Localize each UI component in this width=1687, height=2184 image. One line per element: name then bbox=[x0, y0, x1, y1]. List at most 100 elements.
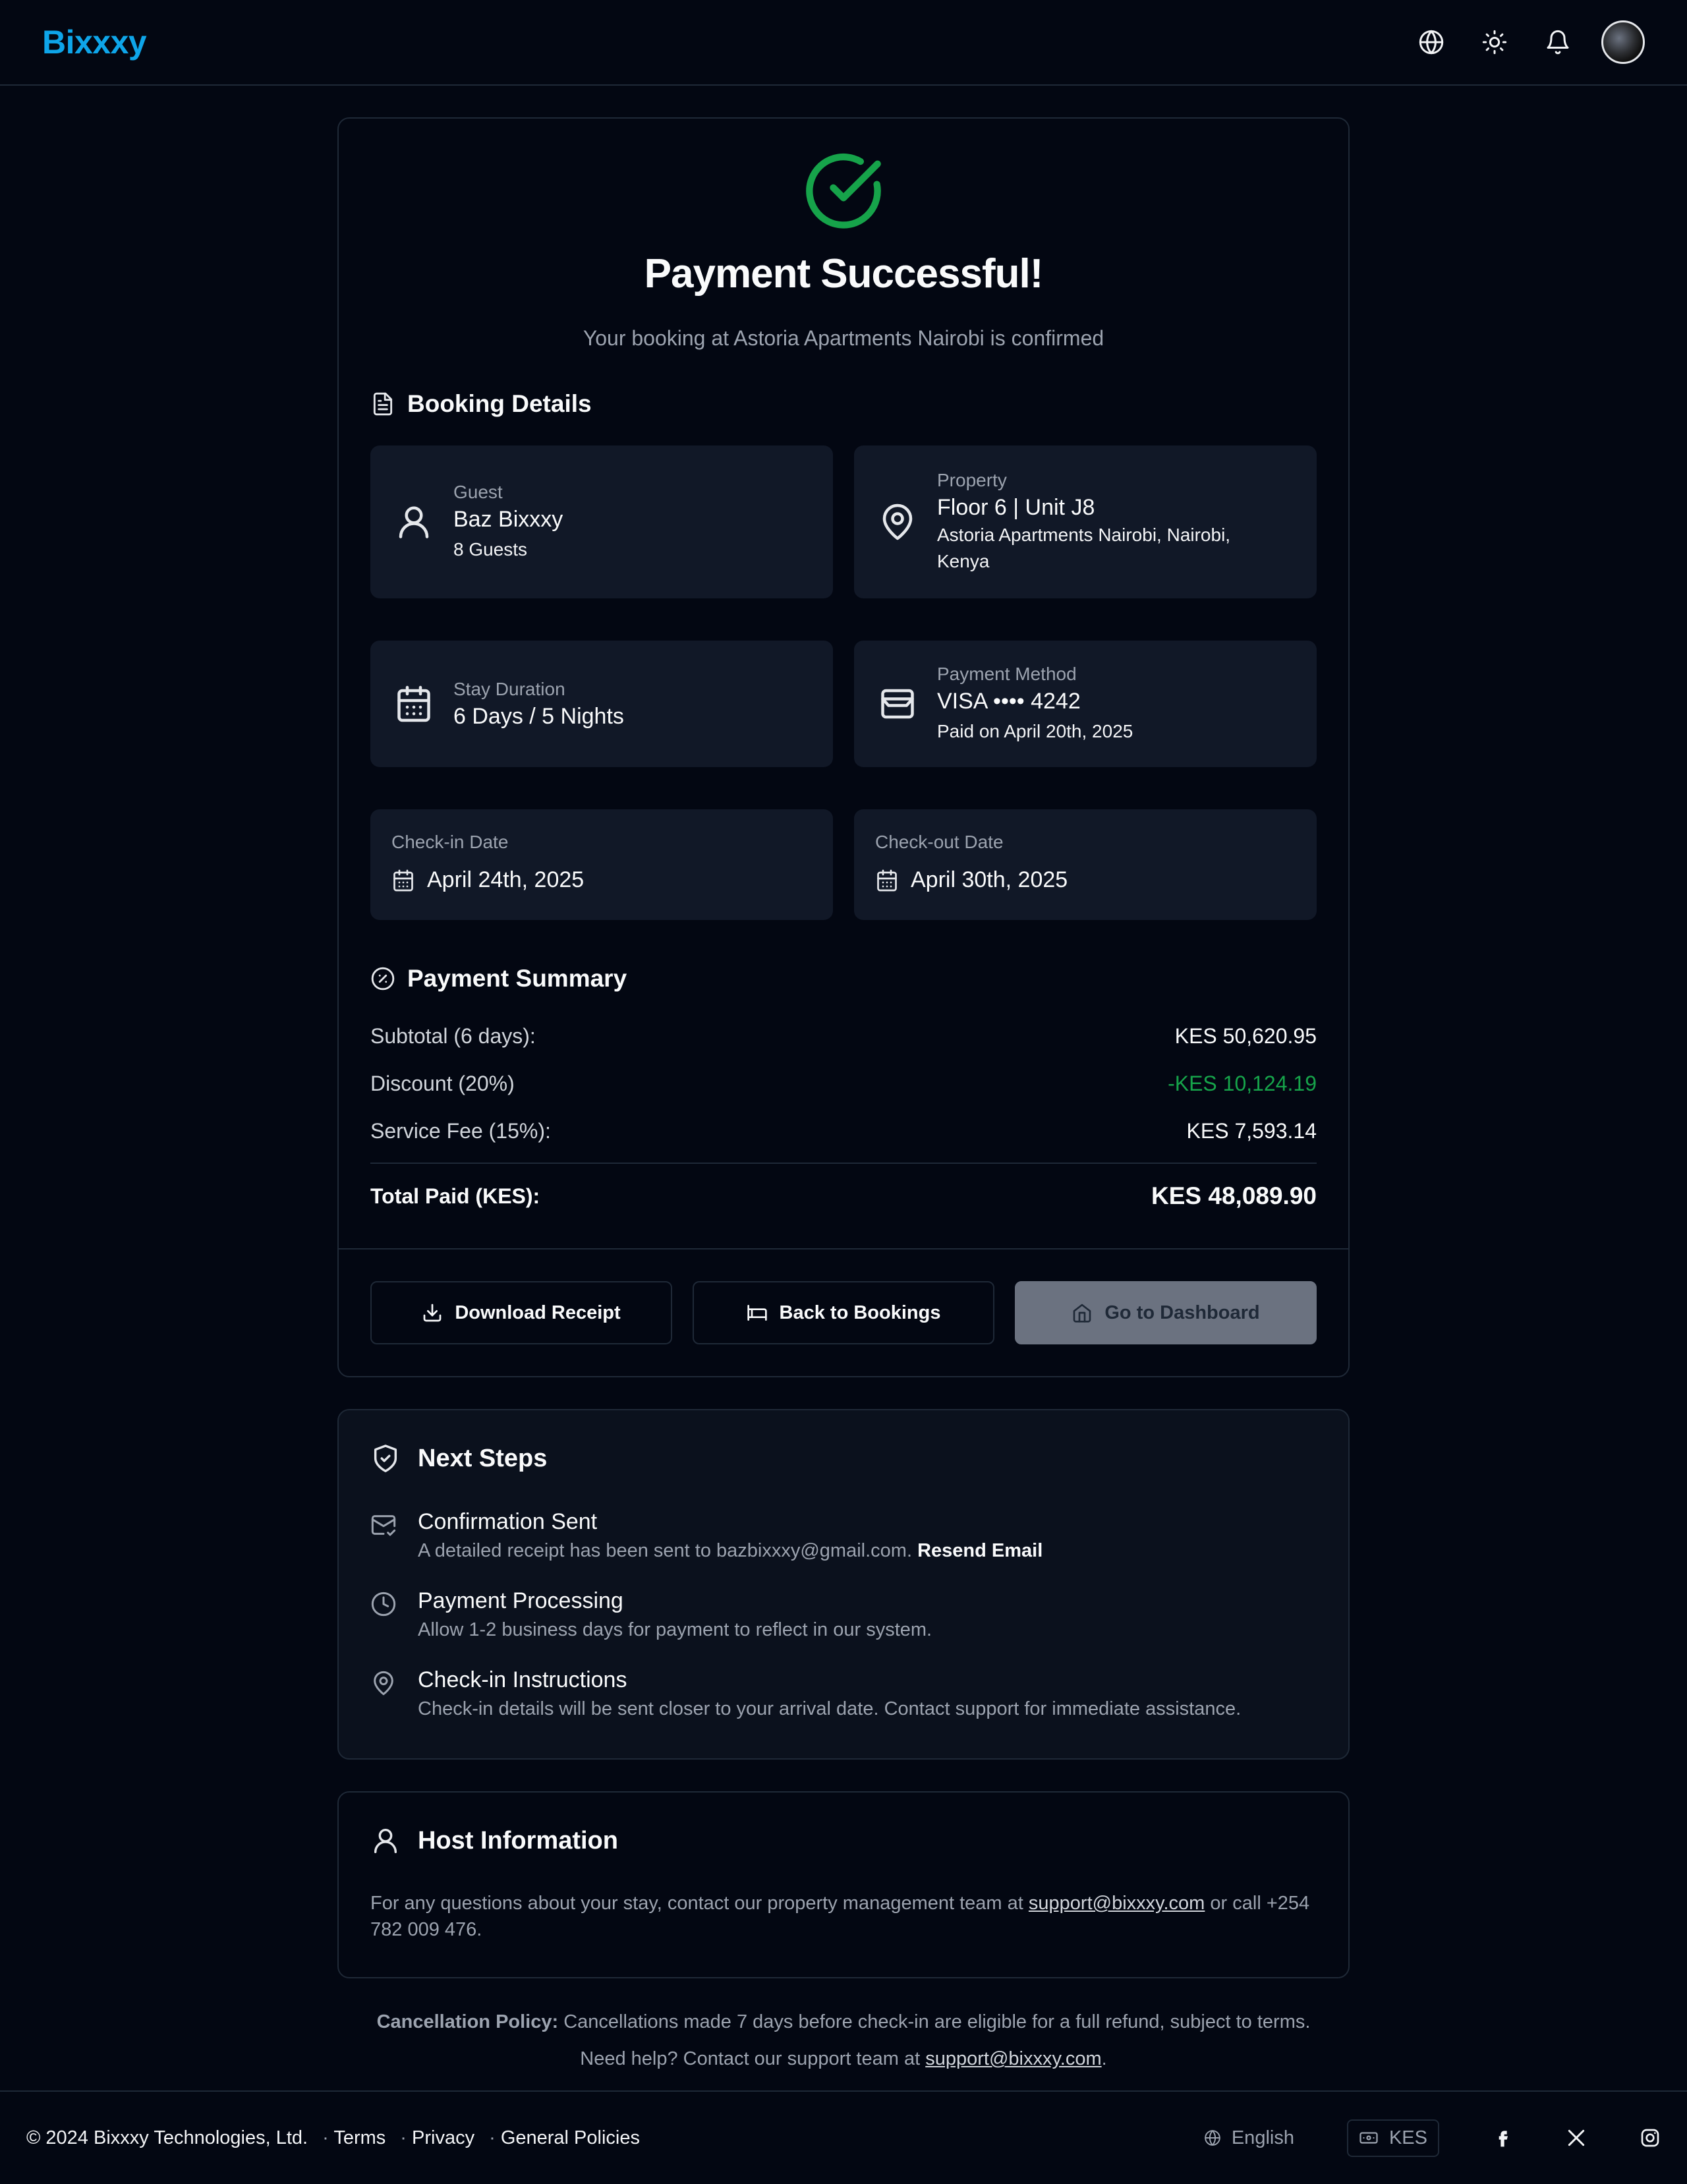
logo[interactable]: Bixxxy bbox=[42, 23, 147, 61]
back-to-bookings-label: Back to Bookings bbox=[779, 1302, 941, 1323]
resend-email-link[interactable]: Resend Email bbox=[917, 1540, 1043, 1561]
host-text-after: or call bbox=[1210, 1893, 1261, 1914]
policy-label: Cancellation Policy: bbox=[376, 2011, 559, 2032]
host-text-before: For any questions about your stay, conta… bbox=[370, 1893, 1023, 1914]
help-text: Need help? Contact our support team at bbox=[580, 2048, 921, 2069]
summary-divider bbox=[370, 1163, 1317, 1164]
check-circle-icon bbox=[803, 150, 884, 232]
calendar-icon bbox=[393, 869, 413, 891]
discount-label: Discount (20%) bbox=[370, 1072, 515, 1095]
header-actions bbox=[1400, 11, 1645, 74]
check-out-tile: Check-out Date April 30th, 2025 bbox=[854, 809, 1317, 920]
user-icon bbox=[399, 506, 429, 538]
payment-method-label: Payment Method bbox=[937, 663, 1077, 684]
download-icon bbox=[423, 1304, 442, 1322]
download-receipt-button[interactable]: Download Receipt bbox=[370, 1281, 672, 1344]
actions-divider bbox=[339, 1248, 1348, 1250]
download-receipt-label: Download Receipt bbox=[455, 1302, 621, 1323]
bell-icon bbox=[1547, 30, 1569, 55]
subtotal-label: Subtotal (6 days): bbox=[370, 1024, 536, 1048]
property-address: Astoria Apartments Nairobi, Nairobi, Ken… bbox=[937, 522, 1230, 575]
stay-duration-tile: Stay Duration 6 Days / 5 Nights bbox=[370, 641, 833, 767]
stay-duration-label: Stay Duration bbox=[453, 678, 565, 699]
theme-toggle-button[interactable] bbox=[1463, 11, 1526, 74]
top-header: Bixxxy bbox=[0, 0, 1687, 86]
step-check-in: Check-in Instructions Check-in details w… bbox=[370, 1667, 1241, 1720]
payment-method-tile: Payment Method VISA •••• 4242 Paid on Ap… bbox=[854, 641, 1317, 767]
property-tile: Property Floor 6 | Unit J8 Astoria Apart… bbox=[854, 445, 1317, 598]
footer-link-terms[interactable]: Terms bbox=[333, 2127, 386, 2148]
banknote-icon bbox=[1359, 2132, 1378, 2144]
step-confirmation-desc: A detailed receipt has been sent to bazb… bbox=[418, 1540, 913, 1561]
wallet-icon bbox=[881, 689, 914, 719]
host-info-text: For any questions about your stay, conta… bbox=[370, 1890, 1317, 1943]
host-support-email[interactable]: support@bixxxy.com bbox=[1029, 1893, 1205, 1914]
check-in-label: Check-in Date bbox=[391, 832, 509, 852]
guest-label: Guest bbox=[453, 481, 503, 502]
property-label: Property bbox=[937, 469, 1007, 490]
subtotal-row: Subtotal (6 days): KES 50,620.95 bbox=[370, 1024, 1317, 1049]
guest-tile: Guest Baz Bixxxy 8 Guests bbox=[370, 445, 833, 598]
guest-count: 8 Guests bbox=[453, 538, 528, 560]
calendar-icon bbox=[877, 869, 897, 891]
map-pin-icon bbox=[882, 503, 913, 540]
payment-summary-title: Payment Summary bbox=[407, 965, 627, 992]
go-to-dashboard-label: Go to Dashboard bbox=[1104, 1302, 1260, 1323]
user-icon bbox=[374, 1828, 397, 1853]
property-address-line-2: Kenya bbox=[937, 550, 990, 571]
step-confirmation: Confirmation Sent A detailed receipt has… bbox=[370, 1509, 1043, 1562]
page-title: Payment Successful! bbox=[644, 251, 1044, 297]
currency-selector[interactable]: KES bbox=[1346, 2119, 1439, 2157]
total-value: KES 48,089.90 bbox=[1151, 1182, 1317, 1209]
check-out-date: April 30th, 2025 bbox=[911, 867, 1068, 892]
avatar[interactable] bbox=[1601, 20, 1645, 64]
payment-date: Paid on April 20th, 2025 bbox=[937, 720, 1133, 741]
discount-value: -KES 10,124.19 bbox=[1168, 1072, 1317, 1095]
discount-row: Discount (20%) -KES 10,124.19 bbox=[370, 1072, 1317, 1096]
help-end: . bbox=[1101, 2048, 1107, 2069]
step-payment-processing-title: Payment Processing bbox=[418, 1588, 623, 1613]
total-label: Total Paid (KES): bbox=[370, 1184, 540, 1208]
badge-percent-icon bbox=[371, 967, 395, 991]
check-in-tile: Check-in Date April 24th, 2025 bbox=[370, 809, 833, 920]
service-fee-value: KES 7,593.14 bbox=[1186, 1119, 1317, 1143]
payment-summary-heading: Payment Summary bbox=[370, 965, 627, 992]
host-info-title: Host Information bbox=[418, 1826, 618, 1854]
file-text-icon bbox=[373, 392, 393, 416]
property-unit: Floor 6 | Unit J8 bbox=[937, 494, 1095, 520]
guest-name: Baz Bixxxy bbox=[453, 506, 563, 532]
home-icon bbox=[1073, 1304, 1091, 1323]
go-to-dashboard-button[interactable]: Go to Dashboard bbox=[1015, 1281, 1317, 1344]
booking-details-title: Booking Details bbox=[407, 390, 592, 417]
footer-link-privacy[interactable]: Privacy bbox=[412, 2127, 474, 2148]
globe-icon bbox=[1419, 30, 1444, 55]
language-button[interactable] bbox=[1400, 11, 1463, 74]
check-out-label: Check-out Date bbox=[875, 832, 1004, 852]
currency-label: KES bbox=[1388, 2127, 1427, 2148]
instagram-icon[interactable] bbox=[1640, 2127, 1661, 2148]
next-steps-title: Next Steps bbox=[418, 1444, 548, 1472]
check-in-date: April 24th, 2025 bbox=[427, 867, 585, 892]
language-label: English bbox=[1231, 2127, 1294, 2148]
facebook-icon[interactable] bbox=[1492, 2127, 1513, 2148]
service-fee-row: Service Fee (15%): KES 7,593.14 bbox=[370, 1119, 1317, 1143]
x-icon[interactable] bbox=[1566, 2127, 1587, 2148]
cancellation-policy: Cancellation Policy: Cancellations made … bbox=[337, 2003, 1350, 2077]
help-support-email[interactable]: support@bixxxy.com bbox=[925, 2048, 1101, 2069]
total-row: Total Paid (KES): KES 48,089.90 bbox=[370, 1182, 1317, 1210]
shield-check-icon bbox=[374, 1445, 397, 1472]
step-confirmation-title: Confirmation Sent bbox=[418, 1509, 598, 1534]
map-pin-icon bbox=[374, 1671, 393, 1696]
notifications-button[interactable] bbox=[1526, 11, 1589, 74]
language-selector[interactable]: English bbox=[1204, 2127, 1294, 2149]
host-info-card bbox=[337, 1791, 1350, 1978]
back-to-bookings-button[interactable]: Back to Bookings bbox=[693, 1281, 994, 1344]
copyright: © 2024 Bixxxy Technologies, Ltd. bbox=[26, 2127, 308, 2148]
step-check-in-desc: Check-in details will be sent closer to … bbox=[418, 1698, 1242, 1719]
globe-icon bbox=[1205, 2130, 1220, 2146]
calendar-icon bbox=[397, 685, 430, 722]
policy-text: Cancellations made 7 days before check-i… bbox=[563, 2011, 1311, 2032]
step-check-in-title: Check-in Instructions bbox=[418, 1667, 627, 1692]
host-info-heading: Host Information bbox=[370, 1825, 618, 1856]
footer-link-policies[interactable]: General Policies bbox=[501, 2127, 640, 2148]
